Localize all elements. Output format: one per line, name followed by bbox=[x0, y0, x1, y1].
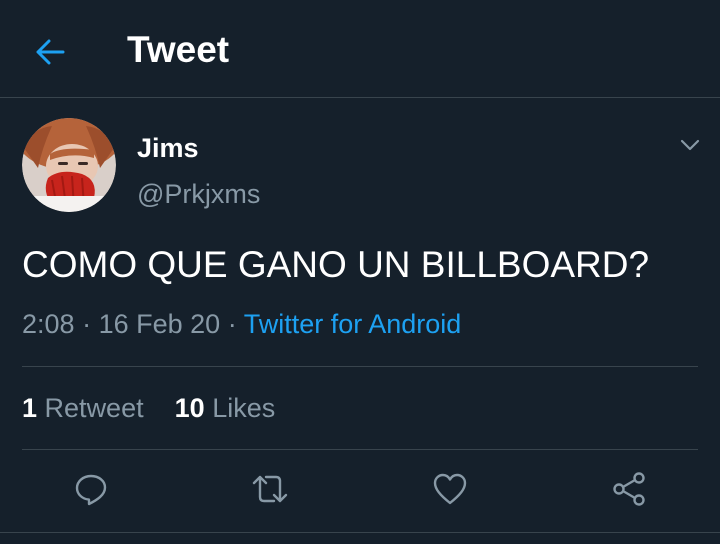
back-button[interactable] bbox=[30, 32, 70, 72]
meta-separator: · bbox=[227, 309, 237, 339]
tweet-action-bar bbox=[0, 466, 720, 516]
author-display-name[interactable]: Jims bbox=[137, 132, 199, 164]
reply-icon bbox=[75, 474, 107, 506]
page-title: Tweet bbox=[127, 29, 230, 70]
tweet-metadata: 2:08 · 16 Feb 20 · Twitter for Android bbox=[22, 306, 461, 342]
reply-button[interactable] bbox=[68, 466, 114, 512]
like-button[interactable] bbox=[427, 466, 473, 512]
tweet-time: 2:08 bbox=[22, 309, 75, 339]
divider bbox=[22, 366, 698, 367]
divider bbox=[0, 532, 720, 533]
avatar[interactable] bbox=[22, 118, 116, 212]
share-button[interactable] bbox=[606, 466, 652, 512]
retweet-button[interactable] bbox=[247, 466, 293, 512]
arrow-left-icon bbox=[36, 39, 65, 65]
likes-stat[interactable]: 10 Likes bbox=[175, 393, 276, 423]
heart-icon bbox=[433, 473, 467, 505]
author-handle[interactable]: @Prkjxms bbox=[137, 178, 260, 210]
tweet-source-link[interactable]: Twitter for Android bbox=[244, 309, 462, 339]
tweet-date: 16 Feb 20 bbox=[98, 309, 221, 339]
likes-label: Likes bbox=[212, 393, 276, 423]
top-app-bar: Tweet bbox=[0, 0, 720, 98]
tweet-text: COMO QUE GANO UN BILLBOARD? bbox=[22, 244, 650, 285]
divider bbox=[22, 449, 698, 450]
more-options-button[interactable] bbox=[674, 132, 706, 158]
retweets-count: 1 bbox=[22, 393, 38, 423]
meta-separator: · bbox=[82, 309, 92, 339]
chevron-down-icon bbox=[680, 139, 700, 151]
user-avatar-image bbox=[22, 118, 116, 212]
retweets-stat[interactable]: 1 Retweet bbox=[22, 393, 144, 423]
likes-count: 10 bbox=[174, 393, 205, 423]
tweet-stats: 1 Retweet 10 Likes bbox=[22, 390, 275, 426]
share-icon bbox=[613, 472, 645, 506]
retweet-icon bbox=[252, 475, 288, 503]
tweet-detail-screen: Tweet Jims @Prkjxms COMO QUE GANO UN BIL… bbox=[0, 0, 720, 544]
retweets-label: Retweet bbox=[44, 393, 144, 423]
